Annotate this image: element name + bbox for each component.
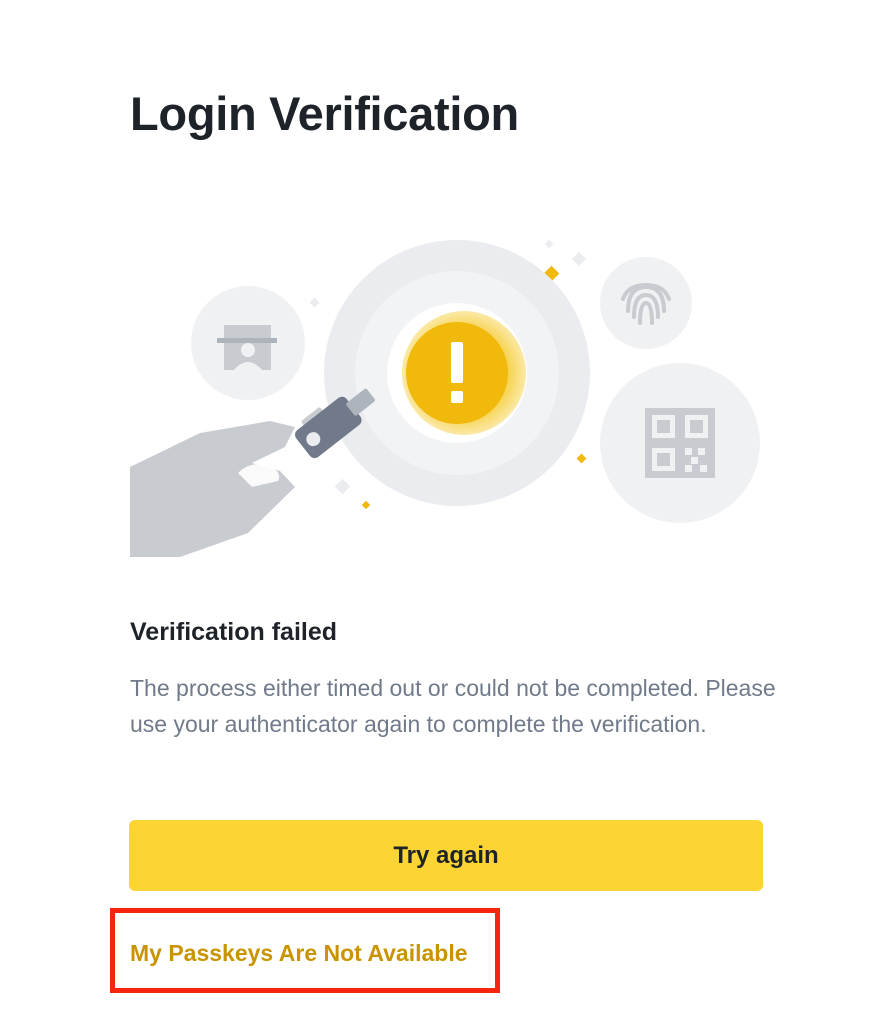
warning-icon <box>324 240 590 506</box>
try-again-button[interactable]: Try again <box>129 820 763 891</box>
page-title: Login Verification <box>130 87 519 140</box>
fingerprint-icon <box>600 257 692 349</box>
result-title: Verification failed <box>130 618 338 646</box>
result-description: The process either timed out or could no… <box>130 675 776 737</box>
qr-code-icon <box>600 363 760 523</box>
hand-icon <box>130 421 295 557</box>
passkeys-not-available-link[interactable]: My Passkeys Are Not Available <box>130 936 468 970</box>
id-card-icon <box>191 286 305 400</box>
verification-failed-illustration <box>130 239 760 557</box>
